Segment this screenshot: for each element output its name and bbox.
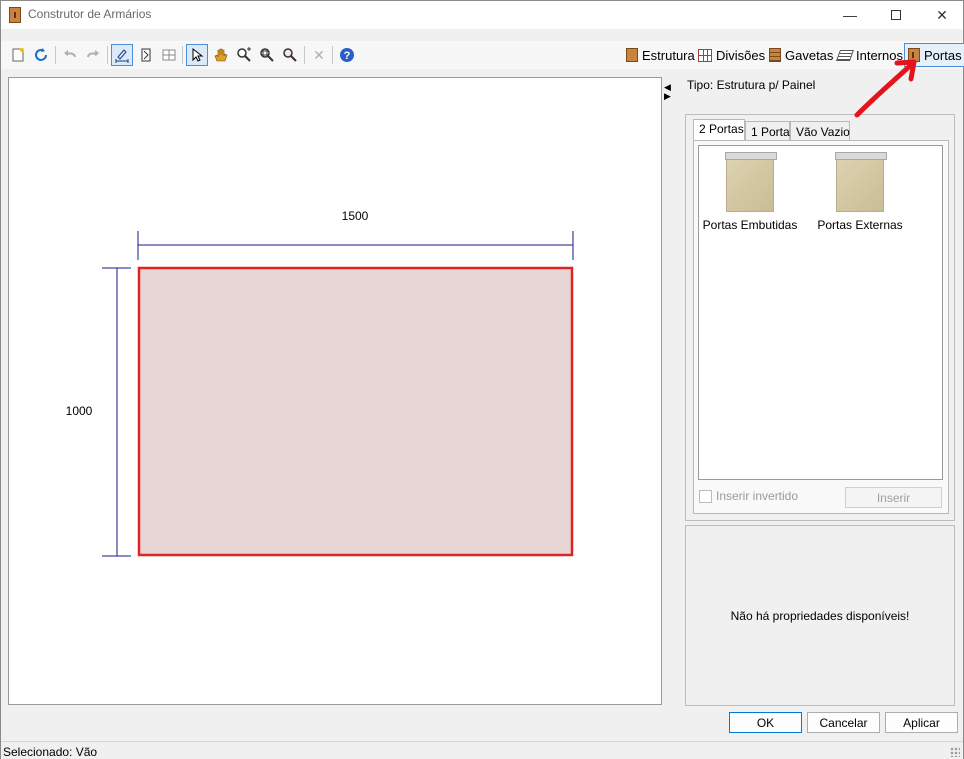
panel-collapse-toggle[interactable]: ◀ ▶	[664, 83, 674, 101]
module-label: Estrutura	[642, 47, 695, 63]
apply-button[interactable]: Aplicar	[885, 712, 958, 733]
list-item-portas-externas[interactable]: Portas Externas	[810, 152, 910, 232]
undo-button[interactable]	[59, 44, 81, 66]
new-document-icon	[12, 48, 24, 62]
table-tool-button[interactable]	[158, 44, 180, 66]
redo-icon	[87, 50, 99, 58]
status-text: Selecionado: Vão	[3, 745, 98, 759]
shelves-icon	[835, 49, 855, 61]
delete-button[interactable]: ✕	[308, 44, 330, 66]
module-button-gavetas[interactable]: Gavetas	[766, 43, 836, 67]
zoom-extents-button[interactable]	[279, 44, 301, 66]
item-label: Portas Externas	[817, 218, 903, 232]
zoom-window-icon	[260, 48, 274, 62]
pan-tool-button[interactable]	[210, 44, 232, 66]
door-thumbnail	[725, 152, 777, 212]
minimize-button[interactable]: —	[827, 1, 873, 29]
door-thumbnail	[835, 152, 887, 212]
width-dimension-label: 1500	[342, 209, 369, 223]
type-label: Tipo: Estrutura p/ Painel	[687, 78, 816, 92]
table-icon	[162, 49, 176, 61]
maximize-icon	[891, 10, 901, 20]
door-icon	[908, 48, 920, 62]
pointer-icon	[192, 47, 204, 62]
checkbox-box[interactable]	[699, 489, 712, 503]
drawer-icon	[769, 48, 781, 62]
status-bar: Selecionado: Vão	[1, 741, 963, 759]
zoom-extents-icon	[283, 48, 297, 62]
toolbar-separator	[107, 46, 108, 64]
delete-x-icon: ✕	[313, 46, 325, 63]
new-button[interactable]	[7, 44, 29, 66]
cancel-button[interactable]: Cancelar	[807, 712, 880, 733]
cabinet-opening-rect[interactable]	[137, 266, 574, 557]
insert-button[interactable]: Inserir	[845, 487, 942, 508]
cabinet-icon	[626, 48, 638, 62]
refresh-icon	[35, 48, 47, 61]
properties-group: Não há propriedades disponíveis!	[685, 525, 955, 706]
module-button-internos[interactable]: Internos	[835, 43, 906, 67]
invert-checkbox[interactable]: Inserir invertido	[699, 489, 798, 503]
drawing-canvas[interactable]: 1500 1000	[8, 77, 662, 705]
grid-icon	[698, 48, 712, 62]
maximize-button[interactable]	[873, 1, 919, 29]
tab-2-portas[interactable]: 2 Portas	[693, 119, 745, 141]
redo-button[interactable]	[82, 44, 104, 66]
refresh-button[interactable]	[30, 44, 52, 66]
door-tool-button[interactable]	[135, 44, 157, 66]
checkbox-label: Inserir invertido	[716, 489, 799, 503]
height-dimension-label: 1000	[66, 404, 93, 418]
properties-message: Não há propriedades disponíveis!	[730, 608, 910, 623]
window-title: Construtor de Armários	[28, 7, 152, 21]
zoom-in-icon	[237, 47, 251, 62]
minimize-icon: —	[843, 7, 857, 23]
tab-vao-vazio[interactable]: Vão Vazio	[790, 121, 850, 141]
module-label: Internos	[856, 47, 903, 63]
zoom-window-button[interactable]	[256, 44, 278, 66]
toolbar-separator	[55, 46, 56, 64]
resize-grip-icon[interactable]	[950, 747, 960, 757]
zoom-in-button[interactable]	[233, 44, 255, 66]
close-button[interactable]: ✕	[919, 1, 964, 29]
module-label: Divisões	[716, 47, 766, 63]
module-button-divisoes[interactable]: Divisões	[695, 43, 768, 67]
drawing-svg: 1500 1000	[66, 209, 574, 557]
dimension-tool-button[interactable]	[111, 44, 133, 66]
svg-text:?: ?	[344, 50, 351, 62]
toolbar: ✕ ? Estrutura Divisões Gavetas Internos …	[1, 41, 964, 69]
toolbar-separator	[182, 46, 183, 64]
ok-button[interactable]: OK	[729, 712, 802, 733]
select-tool-button[interactable]	[186, 44, 208, 66]
list-item-portas-embutidas[interactable]: Portas Embutidas	[700, 152, 800, 232]
undo-icon	[64, 50, 76, 58]
door-type-list: Portas Embutidas Portas Externas	[698, 145, 943, 480]
item-label: Portas Embutidas	[702, 218, 798, 232]
help-icon: ?	[340, 48, 354, 62]
cabinet-app-icon	[9, 7, 21, 23]
help-button[interactable]: ?	[336, 44, 358, 66]
module-label: Portas	[924, 47, 962, 63]
title-bar: Construtor de Armários — ✕	[1, 1, 963, 29]
close-icon: ✕	[936, 6, 948, 23]
hand-icon	[214, 48, 228, 62]
toolbar-separator	[332, 46, 333, 64]
arrow-right-icon: ▶	[664, 91, 671, 101]
door-outline-icon	[141, 48, 151, 62]
toolbar-separator	[304, 46, 305, 64]
app-window: Construtor de Armários — ✕ ✕ ? Estrutura…	[0, 0, 964, 759]
dimension-icon	[115, 49, 129, 63]
module-button-portas[interactable]: Portas	[904, 43, 964, 67]
module-button-estrutura[interactable]: Estrutura	[623, 43, 698, 67]
module-label: Gavetas	[785, 47, 834, 63]
tab-1-porta[interactable]: 1 Porta	[745, 121, 790, 141]
